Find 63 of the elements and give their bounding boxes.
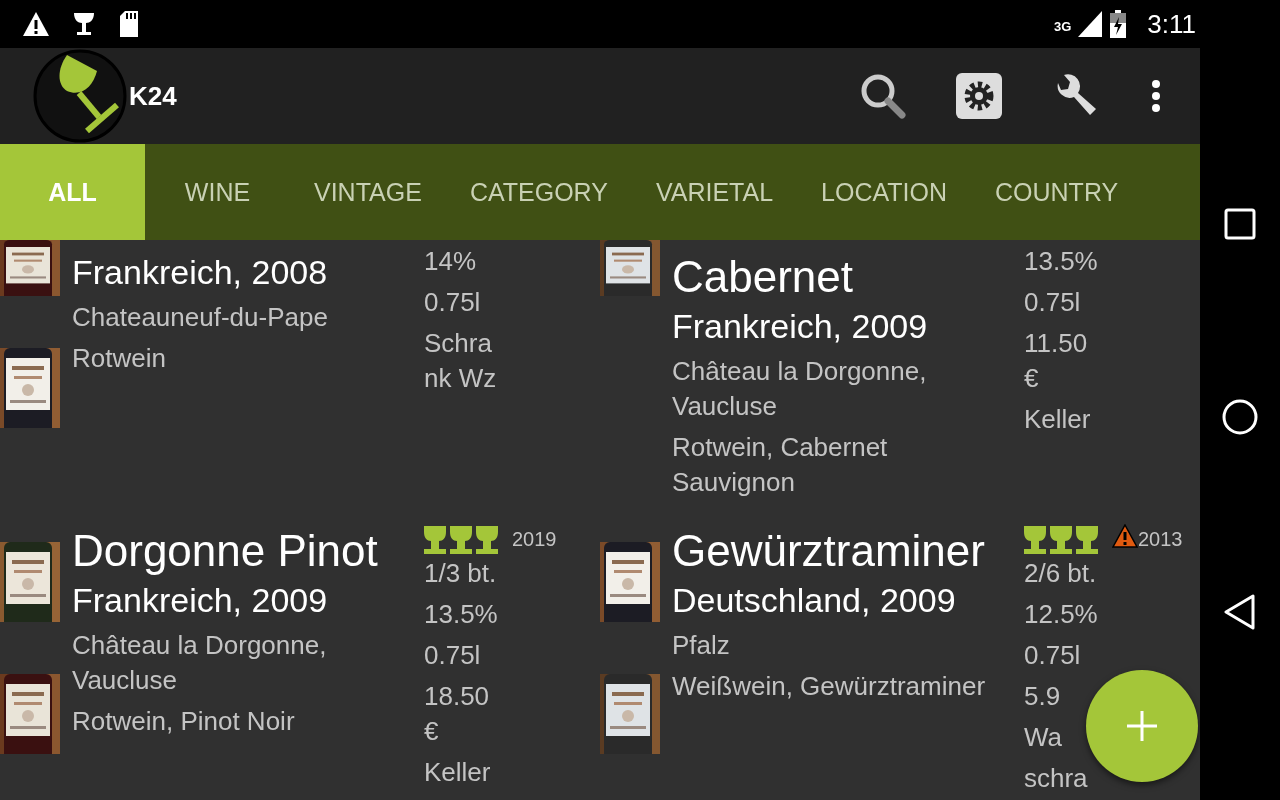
wine-detail: Château la Dorgonne, Vaucluse [672,355,928,423]
wine-info: 14% [424,245,478,278]
tab[interactable]: CATEGORY [445,144,632,240]
tab[interactable]: VARIETAL [631,144,798,240]
battery-icon [1109,9,1128,39]
wine-name: Dorgonne Pinot [72,525,379,577]
wine-info: Wa [1024,721,1064,754]
network-type: 3G [1053,18,1072,34]
glass-icon [1024,526,1046,554]
signal-icon [1077,10,1104,38]
wine-info: 0.75l [424,639,482,672]
square-icon [1224,207,1256,240]
wine-info: 0.75l [1024,639,1082,672]
circle-icon [1222,399,1258,435]
wine-name: Cabernet [672,251,854,303]
wine-detail: Rotwein, Pinot Noir [72,705,296,738]
wine-name: Gewürztraminer [672,525,986,577]
wine-info: Keller [1024,403,1092,436]
tab[interactable]: LOCATION [797,144,971,240]
tab[interactable]: VINTAGE [290,144,446,240]
tab[interactable]: WINE [145,144,290,240]
tab[interactable]: COUNTRY [971,144,1143,240]
wine-info: schra [1024,762,1089,795]
wine-info: 13.5% [1024,245,1099,278]
country-vintage: Deutschland, 2009 [672,580,957,621]
wine-detail: Rotwein [72,342,167,375]
wine-detail: Château la Dorgonne, Vaucluse [72,629,328,697]
wine-info: Schrank Wz [424,327,498,395]
wine-info: 12.5% [1024,598,1099,631]
app-title: K24 [129,80,178,112]
wine-detail: Weißwein, Gewürztraminer [672,670,987,703]
glass-icon [72,11,96,37]
wine-info: 11.50 € [1024,327,1089,395]
wine-detail: Chateauneuf-du-Pape [72,301,329,334]
wine-detail: Pfalz [672,629,731,662]
wine-detail: Rotwein, Cabernet Sauvignon [672,431,889,499]
wine-info: 13.5% [424,598,499,631]
wine-info: 5.9 [1024,680,1062,713]
country-vintage: Frankreich, 2009 [72,580,329,621]
wine-info: 0.75l [1024,286,1082,319]
year: 2013 [1138,527,1183,551]
glass-icon [450,526,472,554]
overflow-menu-icon [1151,79,1161,113]
country-vintage: Frankreich, 2008 [72,252,329,293]
logo-icon [33,49,127,143]
warning-icon [22,11,50,37]
country-vintage: Frankreich, 2009 [672,306,929,347]
sd-card-icon [118,10,140,38]
wine-info: 1/3 bt. [424,557,498,590]
glass-icon [1076,526,1098,554]
triangle-icon [1224,594,1256,631]
year: 2019 [512,527,557,551]
search-icon [859,72,907,120]
glass-icon [424,526,446,554]
plus-icon [1127,711,1157,741]
wine-info: 18.50 € [424,680,491,748]
wine-info: Keller [424,756,492,789]
glass-icon [1050,526,1072,554]
clock: 3:11 [1147,8,1196,40]
wine-info: 2/6 bt. [1024,557,1098,590]
wine-info: 0.75l [424,286,482,319]
glass-icon [476,526,498,554]
settings-icon [956,73,1002,119]
